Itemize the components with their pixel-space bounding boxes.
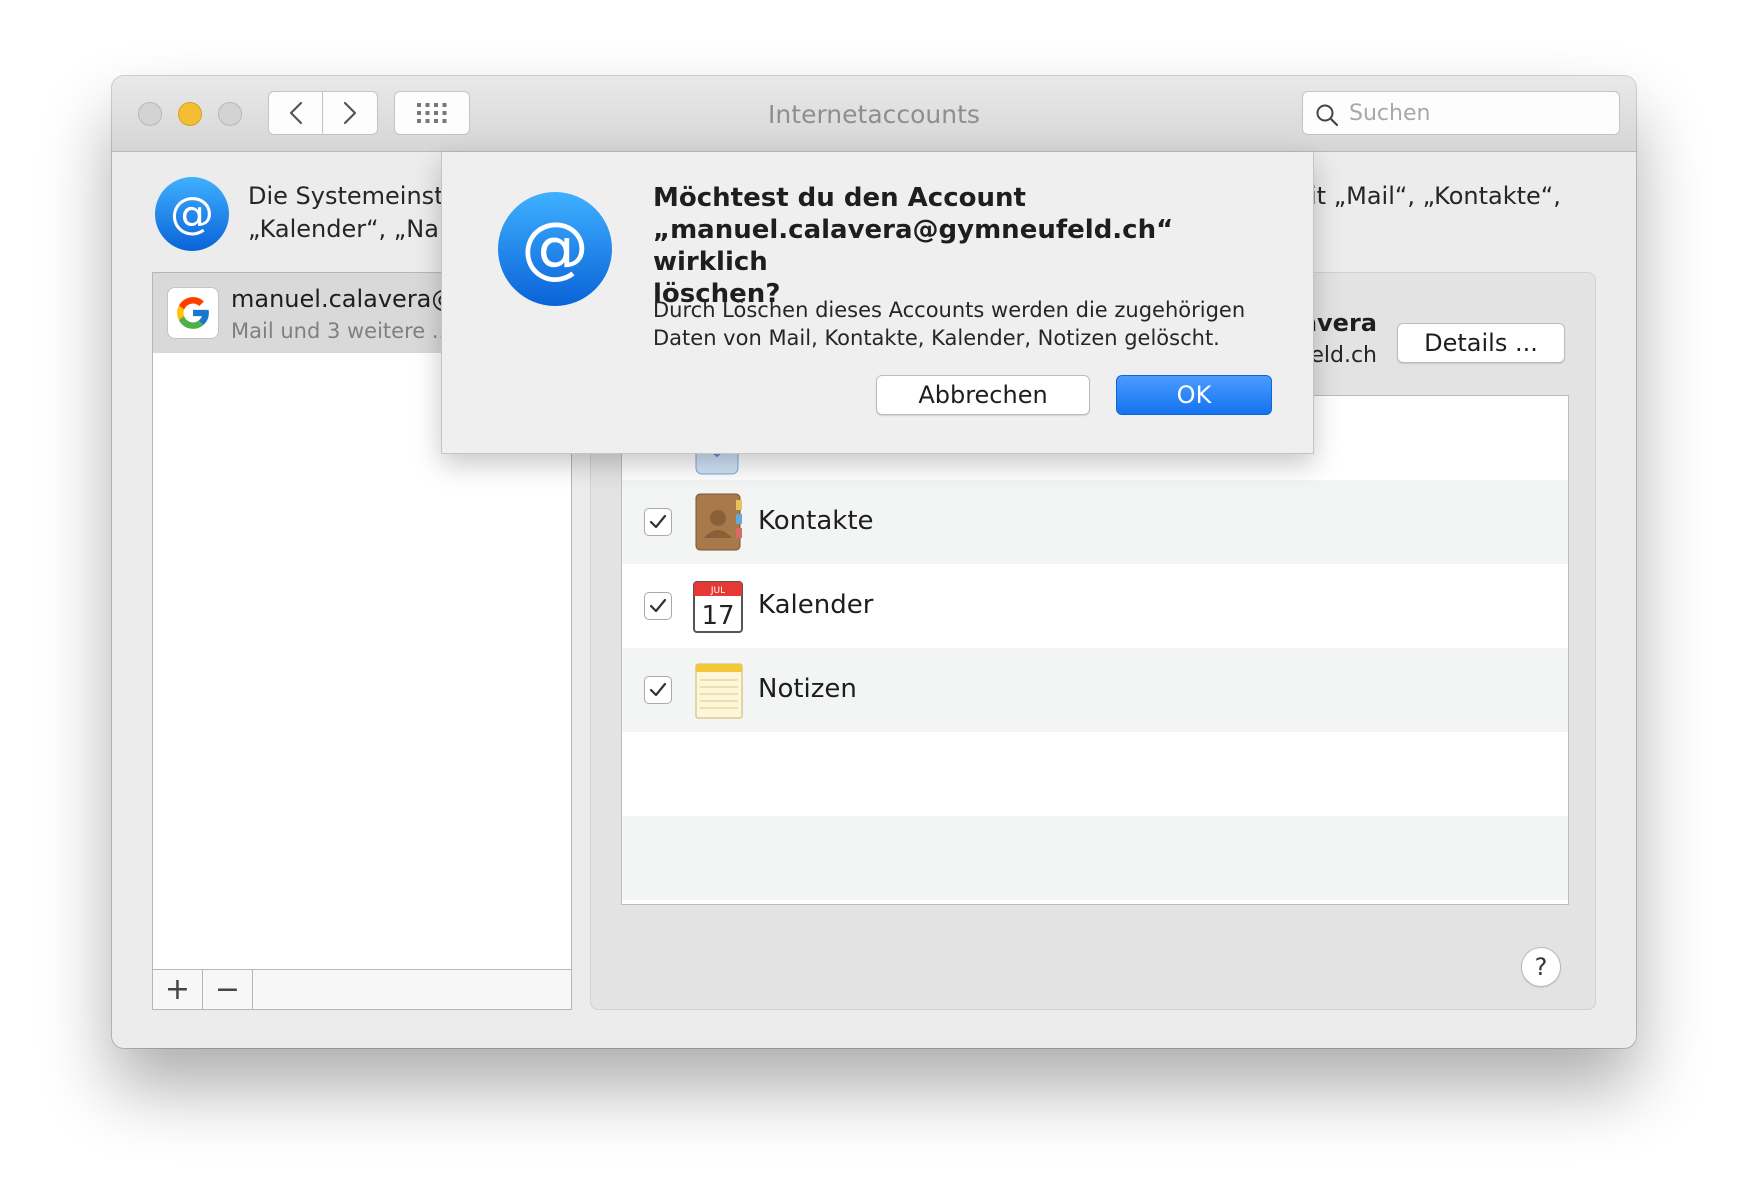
add-account-button[interactable]: +: [153, 970, 203, 1010]
internet-accounts-at-icon: @: [496, 190, 614, 312]
svg-text:@: @: [521, 208, 589, 287]
service-label: Kontakte: [758, 506, 874, 536]
service-checkbox[interactable]: [644, 508, 672, 536]
checkmark-icon: [649, 682, 667, 697]
intro-line1-right: it „Mail“, „Kontakte“,: [1310, 182, 1561, 210]
svg-text:@: @: [170, 188, 214, 239]
service-row: JUL 17 Kalender: [622, 564, 1568, 648]
search-icon: [1316, 104, 1339, 127]
help-button[interactable]: ?: [1521, 947, 1561, 987]
search-field[interactable]: [1302, 91, 1620, 135]
alert-message: Durch Löschen dieses Accounts werden die…: [653, 296, 1273, 352]
google-icon: [167, 287, 219, 339]
intro-line1-left: Die Systemeinst: [248, 182, 444, 210]
service-row: Kontakte: [622, 480, 1568, 564]
delete-account-alert: @ Möchtest du den Account „manuel.calave…: [441, 152, 1314, 454]
internet-accounts-at-icon: @: [154, 176, 230, 256]
details-button[interactable]: Details ...: [1397, 323, 1565, 363]
calendar-month: JUL: [710, 586, 725, 596]
alert-message-line: Daten von Mail, Kontakte, Kalender, Noti…: [653, 326, 1220, 350]
alert-title: Möchtest du den Account „manuel.calavera…: [653, 182, 1263, 310]
account-subtitle: Mail und 3 weitere ...: [231, 319, 452, 343]
service-row: Notizen: [622, 648, 1568, 732]
alert-title-line: „manuel.calavera@gymneufeld.ch“ wirklich: [653, 215, 1174, 277]
calendar-day: 17: [701, 601, 734, 631]
service-checkbox[interactable]: [644, 592, 672, 620]
search-input[interactable]: [1347, 98, 1607, 128]
service-label: Notizen: [758, 674, 857, 704]
notes-icon: [690, 660, 746, 724]
service-checkbox[interactable]: [644, 676, 672, 704]
alert-title-line: Möchtest du den Account: [653, 183, 1026, 213]
remove-account-button[interactable]: −: [203, 970, 253, 1010]
calendar-icon: JUL 17: [690, 576, 746, 640]
ok-button[interactable]: OK: [1116, 375, 1272, 415]
checkmark-icon: [649, 598, 667, 613]
cancel-button[interactable]: Abbrechen: [876, 375, 1090, 415]
title-bar: Internetaccounts: [112, 76, 1636, 152]
alert-message-line: Durch Löschen dieses Accounts werden die…: [653, 298, 1246, 322]
service-label: Kalender: [758, 590, 874, 620]
intro-line2-left: „Kalender“, „Na: [248, 215, 439, 243]
account-name: manuel.calavera@: [231, 285, 456, 313]
empty-row: [622, 816, 1568, 900]
accounts-list-toolbar: + −: [153, 969, 571, 1010]
contacts-icon: [690, 492, 746, 556]
services-list: Kontakte JUL 17 Kalender Notizen: [621, 395, 1569, 905]
empty-row: [622, 732, 1568, 816]
checkmark-icon: [649, 514, 667, 529]
